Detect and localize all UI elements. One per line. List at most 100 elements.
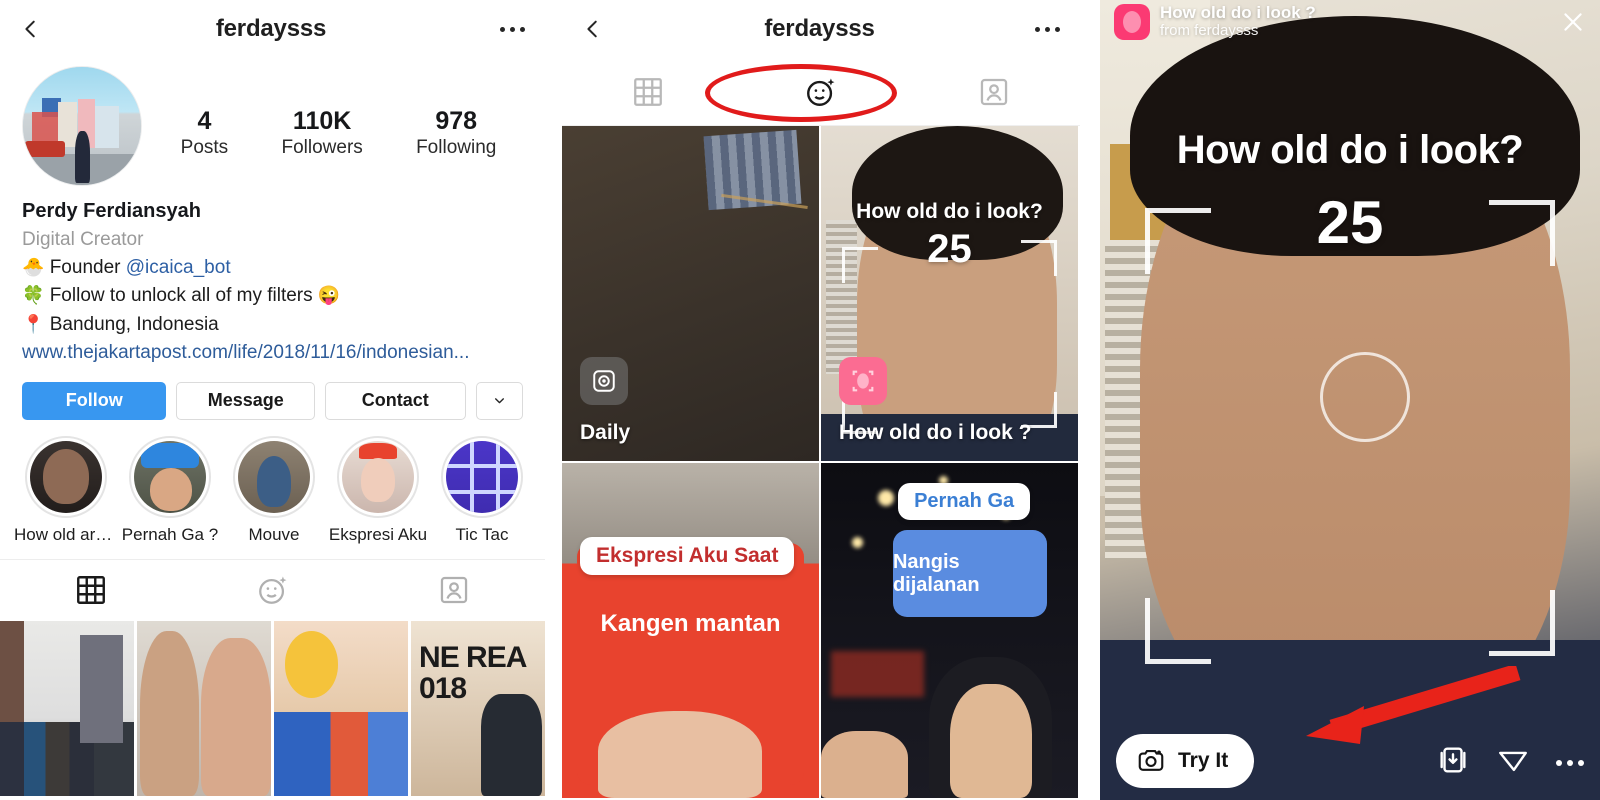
share-button[interactable] xyxy=(1496,743,1530,782)
profile-bio: Perdy Ferdiansyah Digital Creator 🐣 Foun… xyxy=(0,186,545,368)
face-bracket xyxy=(1021,239,1058,276)
effect-overlay-title: How old do i look? xyxy=(856,199,1043,223)
effect-title: How old do i look ? xyxy=(1160,3,1316,23)
following-count: 978 xyxy=(435,107,478,136)
post-thumbnail[interactable] xyxy=(0,620,134,796)
tab-grid[interactable] xyxy=(562,75,735,109)
save-icon xyxy=(1440,747,1466,773)
panel2-tabbar xyxy=(562,58,1080,126)
ellipsis-icon[interactable] xyxy=(1035,26,1060,32)
panel-divider xyxy=(1080,0,1100,800)
save-button[interactable] xyxy=(1436,743,1470,782)
grid-icon xyxy=(76,576,105,605)
clover-icon: 🍀 xyxy=(22,285,45,306)
following-label: Following xyxy=(416,137,497,159)
posts-label: Posts xyxy=(180,137,229,159)
panel1-navbar: ferdaysss xyxy=(0,0,545,58)
grid-icon xyxy=(634,77,663,106)
story-caption-bottom: Nangis dijalanan xyxy=(892,530,1048,618)
face-bracket xyxy=(1489,590,1555,656)
effect-tile[interactable]: Nangis dijalanan Pernah Ga xyxy=(821,463,1080,800)
ellipsis-icon[interactable] xyxy=(500,26,525,32)
sidebar-item-grid[interactable] xyxy=(0,573,182,607)
tab-effects[interactable] xyxy=(182,573,364,607)
effect-thumb-icon[interactable] xyxy=(1114,4,1150,40)
post-overlay-text: NE REA 018 xyxy=(419,640,526,706)
highlight-item[interactable]: Tic Tac xyxy=(430,435,534,545)
face-tracking-circle xyxy=(1320,352,1410,442)
account-category: Digital Creator xyxy=(22,229,144,250)
effect-tile[interactable]: How old do i look? 25 How old do i look … xyxy=(821,126,1080,463)
stat-posts[interactable]: 4 Posts xyxy=(181,107,229,160)
highlight-item[interactable]: Ekspresi Aku xyxy=(326,435,430,545)
back-icon[interactable] xyxy=(20,18,42,40)
face-bracket xyxy=(1145,208,1211,274)
bio-line: 📍 Bandung, Indonesia xyxy=(22,311,523,340)
try-it-label: Try It xyxy=(1178,749,1229,772)
close-icon[interactable] xyxy=(1560,9,1586,35)
smiley-sparkle-icon xyxy=(807,78,835,106)
back-icon[interactable] xyxy=(582,18,604,40)
highlight-item[interactable]: Mouve xyxy=(222,435,326,545)
highlight-label: How old are... xyxy=(14,524,118,544)
face-bracket xyxy=(841,246,878,283)
highlight-label: Tic Tac xyxy=(455,524,509,544)
profile-stats: 4 Posts 110K Followers 978 Following xyxy=(142,91,523,160)
bio-text: Bandung, Indonesia xyxy=(49,313,219,335)
more-options-button[interactable] xyxy=(475,381,524,420)
pin-icon: 📍 xyxy=(22,313,45,334)
person-card-icon xyxy=(440,576,468,604)
bio-mention[interactable]: @icaica_bot xyxy=(126,257,231,278)
story-caption-top: Ekspresi Aku Saat xyxy=(579,536,795,575)
effect-tile[interactable]: Ekspresi Aku Saat Kangen mantan xyxy=(562,463,821,800)
more-button[interactable] xyxy=(1556,759,1584,766)
followers-label: Followers xyxy=(281,137,363,159)
profile-header: 4 Posts 110K Followers 978 Following xyxy=(0,58,545,186)
effects-panel: ferdaysss Daily How old do i look? 25 Ho… xyxy=(562,0,1080,800)
effect-preview-panel: How old do i look? 25 How old do i look … xyxy=(1100,0,1600,800)
effect-tile[interactable]: Daily xyxy=(562,126,821,463)
profile-panel: ferdaysss 4 Posts 110K Followers 978 Fol… xyxy=(0,0,545,800)
bio-text: Founder xyxy=(49,256,126,278)
panel2-navbar: ferdaysss xyxy=(562,0,1080,58)
post-thumbnail[interactable] xyxy=(137,620,271,796)
tab-tagged[interactable] xyxy=(363,573,545,607)
panel1-tabbar xyxy=(0,558,545,621)
bio-text: Follow to unlock all of my filters xyxy=(49,285,318,307)
effect-overlay-title: How old do i look? xyxy=(1176,128,1524,172)
effects-grid: Daily How old do i look? 25 How old do i… xyxy=(562,126,1080,800)
post-thumbnail[interactable]: NE REA 018 xyxy=(411,620,545,796)
followers-count: 110K xyxy=(292,107,352,136)
story-caption-top: Pernah Ga xyxy=(898,483,1031,521)
effect-label: Daily xyxy=(580,421,631,444)
chevron-down-icon xyxy=(494,398,504,404)
smiley-sparkle-icon xyxy=(258,576,286,604)
face-bracket xyxy=(1145,598,1211,664)
panel-divider xyxy=(545,0,562,800)
effect-header: How old do i look ? from ferdaysss xyxy=(1100,0,1600,44)
wink-tongue-icon: 😜 xyxy=(317,285,341,306)
stat-following[interactable]: 978 Following xyxy=(416,107,496,160)
face-effect-icon xyxy=(839,357,887,405)
follow-button[interactable]: Follow xyxy=(22,381,167,420)
page-title: ferdaysss xyxy=(764,15,875,42)
effect-label: How old do i look ? xyxy=(839,421,1032,444)
tab-tagged[interactable] xyxy=(907,75,1080,109)
display-name: Perdy Ferdiansyah xyxy=(22,200,201,222)
highlight-item[interactable]: Pernah Ga ? xyxy=(118,435,222,545)
tab-effects[interactable] xyxy=(735,75,908,109)
try-it-button[interactable]: Try It xyxy=(1116,734,1255,788)
post-thumbnail[interactable] xyxy=(274,620,408,796)
message-button[interactable]: Message xyxy=(176,381,315,420)
profile-actions: Follow Message Contact xyxy=(0,368,545,420)
bio-line: 🐣 Founder @icaica_bot xyxy=(22,254,523,283)
contact-button[interactable]: Contact xyxy=(325,381,466,420)
bio-url[interactable]: www.thejakartapost.com/life/2018/11/16/i… xyxy=(22,339,523,368)
chick-icon: 🐣 xyxy=(22,256,45,277)
highlight-item[interactable]: How old are... xyxy=(14,435,118,545)
paper-plane-icon xyxy=(1499,751,1527,772)
screenshot-stage: ferdaysss 4 Posts 110K Followers 978 Fol… xyxy=(0,0,1600,800)
avatar[interactable] xyxy=(22,66,142,186)
stat-followers[interactable]: 110K Followers xyxy=(281,107,362,160)
effect-author: from ferdaysss xyxy=(1160,22,1259,40)
